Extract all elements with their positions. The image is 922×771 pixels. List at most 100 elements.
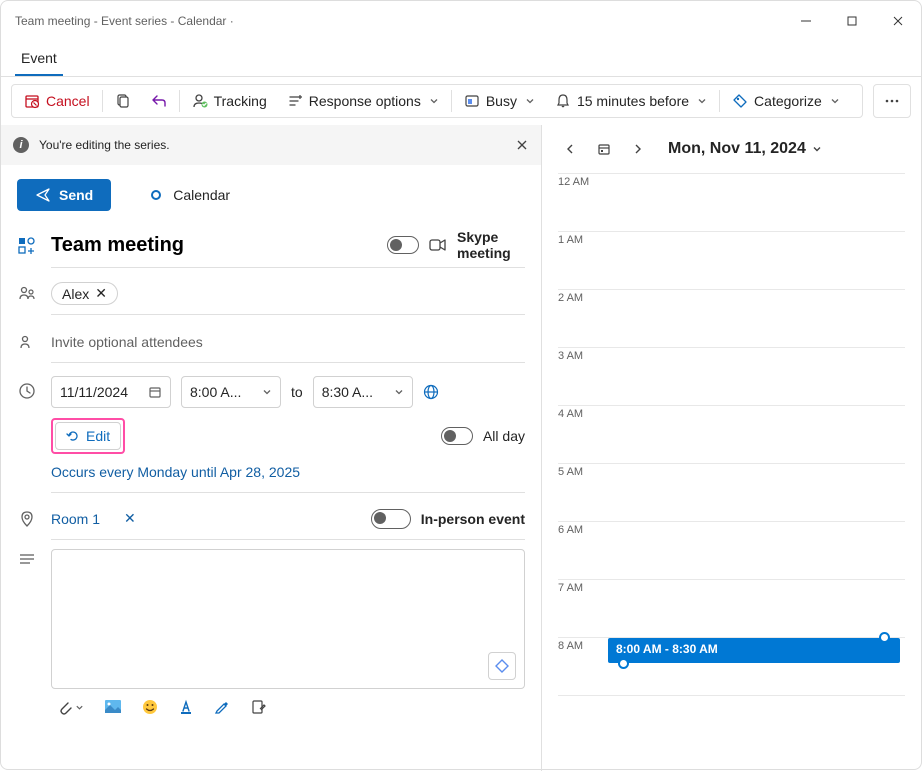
all-day-label: All day xyxy=(483,428,525,444)
categorize-label: Categorize xyxy=(754,93,822,109)
end-time-picker[interactable]: 8:30 A... xyxy=(313,376,413,408)
insert-picture-button[interactable] xyxy=(104,699,122,715)
bell-icon xyxy=(555,93,571,109)
maximize-button[interactable] xyxy=(829,5,875,37)
skype-toggle[interactable] xyxy=(387,236,419,254)
remove-attendee-button[interactable]: ✕ xyxy=(95,285,107,302)
loop-component-button[interactable] xyxy=(488,652,516,680)
response-options-label: Response options xyxy=(309,93,421,109)
reply-button[interactable] xyxy=(141,86,177,116)
calendar-date-picker[interactable]: Mon, Nov 11, 2024 xyxy=(668,140,822,158)
response-options-icon xyxy=(287,93,303,109)
calendar-label: Calendar xyxy=(173,187,230,203)
day-timeline[interactable]: Ablebits.com 12 AM 1 AM 2 AM 3 AM 4 AM 5… xyxy=(558,173,905,771)
recurrence-summary: Occurs every Monday until Apr 28, 2025 xyxy=(51,464,300,480)
tracking-label: Tracking xyxy=(214,93,267,109)
info-close-button[interactable] xyxy=(515,138,529,152)
info-message: You're editing the series. xyxy=(39,138,170,152)
location-chip[interactable]: Room 1 ✕ xyxy=(51,510,136,527)
attendee-chip[interactable]: Alex ✕ xyxy=(51,282,118,305)
calendar-dot-icon xyxy=(151,190,161,200)
highlight-button[interactable] xyxy=(214,699,230,715)
optional-attendees-input[interactable]: Invite optional attendees xyxy=(51,334,203,350)
hour-label: 5 AM xyxy=(558,464,608,521)
body-icon xyxy=(17,545,37,569)
send-button[interactable]: Send xyxy=(17,179,111,211)
tracking-button[interactable]: Tracking xyxy=(182,86,277,116)
today-button[interactable] xyxy=(592,137,616,161)
show-as-button[interactable]: Busy xyxy=(454,86,545,116)
title-icon xyxy=(17,237,37,255)
hour-label: 4 AM xyxy=(558,406,608,463)
location-icon xyxy=(17,510,37,528)
clock-icon xyxy=(17,376,37,400)
more-button[interactable] xyxy=(873,84,911,118)
tracking-icon xyxy=(192,93,208,109)
hour-label: 6 AM xyxy=(558,522,608,579)
prev-day-button[interactable] xyxy=(558,137,582,161)
start-time-picker[interactable]: 8:00 A... xyxy=(181,376,281,408)
close-window-button[interactable] xyxy=(875,5,921,37)
font-color-button[interactable] xyxy=(178,699,194,715)
chevron-down-icon xyxy=(697,96,707,106)
hour-label: 1 AM xyxy=(558,232,608,289)
attach-button[interactable] xyxy=(57,699,84,715)
chevron-down-icon xyxy=(429,96,439,106)
hour-label: 2 AM xyxy=(558,290,608,347)
show-as-label: Busy xyxy=(486,93,517,109)
send-icon xyxy=(35,187,51,203)
attendee-name: Alex xyxy=(62,286,89,302)
required-attendees-icon xyxy=(17,285,37,303)
reminder-button[interactable]: 15 minutes before xyxy=(545,86,717,116)
insert-signature-button[interactable] xyxy=(250,699,266,715)
all-day-toggle[interactable] xyxy=(441,427,473,445)
minimize-button[interactable] xyxy=(783,5,829,37)
insert-emoji-button[interactable] xyxy=(142,699,158,715)
next-day-button[interactable] xyxy=(626,137,650,161)
window-title: Team meeting - Event series - Calendar · xyxy=(15,14,783,28)
calendar-event-block[interactable]: 8:00 AM - 8:30 AM xyxy=(608,638,900,663)
location-value: Room 1 xyxy=(51,511,100,527)
event-time-label: 8:00 AM - 8:30 AM xyxy=(616,642,718,656)
reply-icon xyxy=(151,93,167,109)
event-resize-handle-top[interactable] xyxy=(879,632,890,643)
separator xyxy=(451,90,452,112)
event-title-input[interactable] xyxy=(51,234,377,257)
response-options-button[interactable]: Response options xyxy=(277,86,449,116)
date-picker[interactable]: 11/11/2024 xyxy=(51,376,171,408)
in-person-toggle[interactable] xyxy=(371,509,411,529)
info-bar: i You're editing the series. xyxy=(1,125,541,165)
info-icon: i xyxy=(13,137,29,153)
edit-recurrence-button[interactable]: Edit xyxy=(55,422,121,450)
hour-label: 3 AM xyxy=(558,348,608,405)
chevron-down-icon xyxy=(830,96,840,106)
start-time-value: 8:00 A... xyxy=(190,384,241,400)
calendar-icon xyxy=(148,385,162,399)
body-editor[interactable] xyxy=(51,549,525,689)
separator xyxy=(719,90,720,112)
chevron-down-icon xyxy=(812,144,822,154)
reminder-label: 15 minutes before xyxy=(577,93,689,109)
hour-label: 8 AM xyxy=(558,638,608,695)
recurrence-icon xyxy=(66,429,80,443)
timezone-button[interactable] xyxy=(423,384,439,400)
remove-location-button[interactable]: ✕ xyxy=(124,510,136,527)
copy-button[interactable] xyxy=(105,86,141,116)
hour-label: 12 AM xyxy=(558,174,608,231)
cancel-label: Cancel xyxy=(46,93,90,109)
chevron-down-icon xyxy=(394,387,404,397)
event-resize-handle-bottom[interactable] xyxy=(618,658,629,669)
copy-icon xyxy=(115,93,131,109)
separator xyxy=(179,90,180,112)
calendar-date-label: Mon, Nov 11, 2024 xyxy=(668,140,806,158)
video-icon xyxy=(429,238,447,252)
categorize-button[interactable]: Categorize xyxy=(722,86,850,116)
skype-label: Skype meeting xyxy=(457,229,525,261)
more-icon xyxy=(884,99,900,103)
calendar-selector[interactable]: Calendar xyxy=(151,187,230,203)
cancel-button[interactable]: Cancel xyxy=(14,86,100,116)
chevron-down-icon xyxy=(262,387,272,397)
calendar-cancel-icon xyxy=(24,93,40,109)
to-label: to xyxy=(291,384,303,400)
tab-event[interactable]: Event xyxy=(15,42,63,76)
